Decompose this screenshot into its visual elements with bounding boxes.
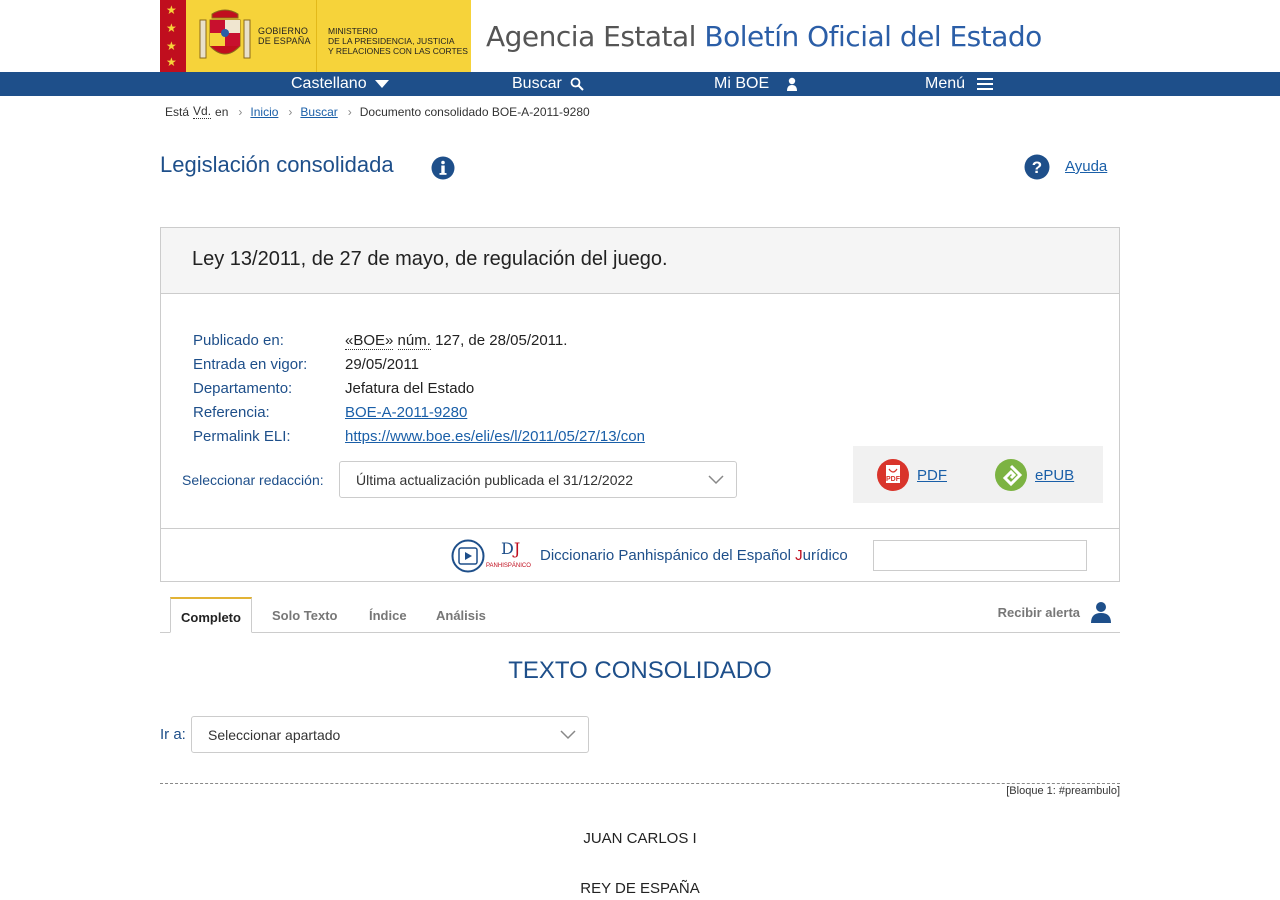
tab-completo[interactable]: Completo <box>170 597 252 633</box>
video-icon[interactable] <box>451 539 485 573</box>
government-logo[interactable]: ★ ★ ★ ★ GOBIERNO DE ESPAÑA MINISTERIO DE… <box>160 0 471 72</box>
document-title: Ley 13/2011, de 27 de mayo, de regulació… <box>161 228 1119 294</box>
meta-in-force: Entrada en vigor: 29/05/2011 <box>193 355 419 373</box>
svg-text:?: ? <box>1032 158 1042 177</box>
breadcrumb-prefix: Está <box>165 104 190 119</box>
pdf-icon: PDF <box>877 459 909 491</box>
breadcrumb-en: en <box>215 104 229 119</box>
epub-icon <box>995 459 1027 491</box>
breadcrumb-search-link[interactable]: Buscar <box>300 105 337 119</box>
caret-down-icon <box>374 80 389 88</box>
text-line-king: JUAN CARLOS I <box>583 830 697 847</box>
help-link[interactable]: Ayuda <box>1065 158 1107 175</box>
document-panel: Ley 13/2011, de 27 de mayo, de regulació… <box>160 227 1120 582</box>
tab-indice[interactable]: Índice <box>359 597 417 633</box>
hamburger-icon <box>977 78 994 90</box>
user-icon <box>1091 602 1111 623</box>
meta-eli: Permalink ELI: https://www.boe.es/eli/es… <box>193 427 645 445</box>
ministry-label: MINISTERIO DE LA PRESIDENCIA, JUSTICIA Y… <box>328 26 468 56</box>
user-icon <box>787 77 798 91</box>
goto-select[interactable]: Seleccionar apartado <box>191 716 589 753</box>
dictionary-label[interactable]: Diccionario Panhispánico del Español Jur… <box>540 547 848 564</box>
meta-reference: Referencia: BOE-A-2011-9280 <box>193 403 468 421</box>
meta-published: Publicado en: «BOE» núm. 127, de 28/05/2… <box>193 331 568 350</box>
epub-link[interactable]: ePUB <box>1035 467 1074 484</box>
language-selector[interactable]: Castellano <box>291 75 389 93</box>
pdf-link[interactable]: PDF <box>917 467 947 484</box>
breadcrumb-abbr: Vd. <box>193 104 212 119</box>
chevron-right-icon: › <box>238 104 243 119</box>
breadcrumb: Está Vd. en › Inicio › Buscar › Document… <box>165 104 590 119</box>
breadcrumb-home-link[interactable]: Inicio <box>250 105 278 119</box>
government-label: GOBIERNO DE ESPAÑA <box>258 26 311 46</box>
reference-link[interactable]: BOE-A-2011-9280 <box>345 404 467 421</box>
help-icon[interactable]: ? <box>1024 154 1050 180</box>
logo-divider <box>316 0 317 72</box>
coat-of-arms-icon <box>199 9 251 59</box>
block-divider <box>160 783 1120 784</box>
nav-my-boe[interactable]: Mi BOE <box>714 75 799 93</box>
boe-abbr: «BOE» <box>345 331 394 350</box>
meta-department: Departamento: Jefatura del Estado <box>193 379 475 397</box>
tab-solo-texto[interactable]: Solo Texto <box>262 597 347 633</box>
redaction-select[interactable]: Última actualización publicada el 31/12/… <box>339 461 737 498</box>
tab-analisis[interactable]: Análisis <box>426 597 496 633</box>
chevron-down-icon <box>560 729 576 739</box>
eli-permalink[interactable]: https://www.boe.es/eli/es/l/2011/05/27/1… <box>345 428 645 445</box>
text-line-title: REY DE ESPAÑA <box>580 880 700 897</box>
dpej-logo[interactable]: DJ PANHISPÁNICO <box>486 539 536 573</box>
pdf-download[interactable]: PDF PDF <box>877 459 947 491</box>
dictionary-search-input[interactable] <box>873 540 1087 571</box>
section-title: TEXTO CONSOLIDADO <box>508 657 772 684</box>
chevron-right-icon: › <box>288 104 293 119</box>
num-abbr: núm. <box>397 331 431 350</box>
page-title: Legislación consolidada <box>160 152 394 177</box>
dictionary-bar: DJ PANHISPÁNICO Diccionario Panhispánico… <box>161 528 1119 582</box>
site-title[interactable]: Agencia Estatal Boletín Oficial del Esta… <box>486 20 1042 53</box>
main-nav: Castellano Buscar Mi BOE Menú <box>0 72 1280 96</box>
chevron-right-icon: › <box>347 104 352 119</box>
document-metadata: Publicado en: «BOE» núm. 127, de 28/05/2… <box>193 328 645 448</box>
search-icon <box>570 77 584 91</box>
breadcrumb-current: Documento consolidado BOE-A-2011-9280 <box>359 104 590 119</box>
info-icon[interactable] <box>431 156 455 180</box>
download-panel: PDF PDF ePUB <box>853 446 1103 503</box>
site-header: ★ ★ ★ ★ GOBIERNO DE ESPAÑA MINISTERIO DE… <box>0 0 1280 72</box>
redaction-label: Seleccionar redacción: <box>182 472 324 488</box>
epub-download[interactable]: ePUB <box>995 459 1074 491</box>
goto-label: Ir a: <box>160 726 186 743</box>
chevron-down-icon <box>708 474 724 484</box>
eu-flag-strip: ★ ★ ★ ★ <box>160 0 186 72</box>
receive-alert-button[interactable]: Recibir alerta <box>998 601 1112 623</box>
document-tabs: Completo Solo Texto Índice Análisis Reci… <box>160 597 1120 633</box>
nav-menu[interactable]: Menú <box>925 75 995 93</box>
svg-text:PDF: PDF <box>886 476 901 483</box>
block-reference: [Bloque 1: #preambulo] <box>1006 785 1120 797</box>
nav-search[interactable]: Buscar <box>512 75 584 93</box>
